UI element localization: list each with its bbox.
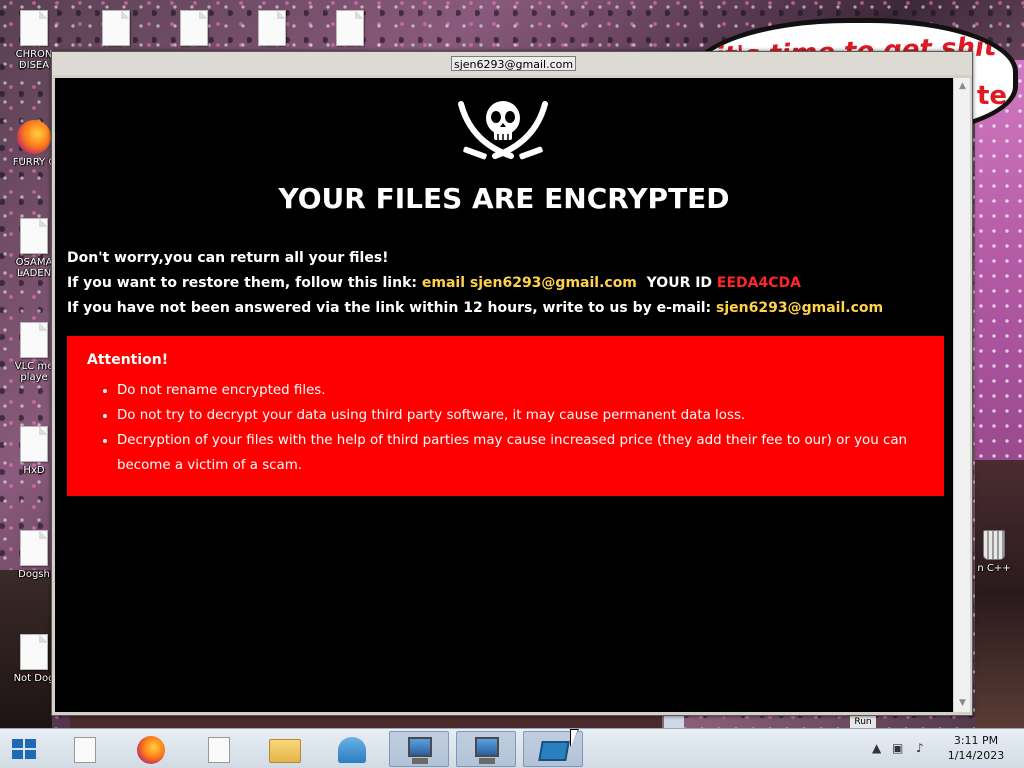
ransom-heading: YOUR FILES ARE ENCRYPTED [278, 182, 730, 215]
start-button[interactable] [8, 735, 40, 763]
skull-crossed-swords-icon [458, 101, 548, 160]
ransom-line-3: If you have not been answered via the li… [67, 300, 883, 316]
desktop-icon-file[interactable] [242, 10, 302, 46]
taskbar-item-computer-2[interactable] [456, 731, 516, 767]
victim-id: EEDA4CDA [716, 275, 801, 291]
windows-start-icon [12, 739, 36, 759]
firefox-icon [17, 120, 51, 154]
attention-item: Decryption of your files with the help o… [117, 428, 941, 478]
show-hidden-icons-icon[interactable]: ▲ [872, 741, 881, 755]
background-window-icon [664, 716, 684, 728]
line2-prefix: If you want to restore them, follow this… [67, 275, 422, 291]
taskbar-item-file[interactable] [54, 731, 114, 767]
desktop-icon-label: n C++ [977, 563, 1011, 574]
scroll-up-arrow-icon[interactable]: ▲ [954, 78, 971, 95]
speech-bubble-text-2: te [977, 81, 1008, 111]
clock-date: 1/14/2023 [947, 749, 1005, 762]
file-icon [208, 737, 230, 763]
backup-email: sjen6293@gmail.com [716, 300, 884, 316]
window-title: sjen6293@gmail.com [451, 56, 577, 71]
clock-time: 3:11 PM [953, 734, 999, 747]
file-icon [74, 737, 96, 763]
file-icon [20, 530, 48, 566]
computer-base [479, 758, 495, 764]
file-icon [20, 10, 48, 46]
desktop-icon-file[interactable] [86, 10, 146, 46]
window-icon [538, 741, 570, 761]
your-id-label: YOUR ID [636, 275, 717, 291]
desktop-icon-file[interactable] [320, 10, 380, 46]
taskbar-item-file-explorer[interactable] [255, 731, 315, 767]
run-dialog-fragment: Run [850, 716, 876, 728]
attention-item: Do not try to decrypt your data using th… [117, 403, 941, 428]
computer-icon [475, 737, 499, 757]
vertical-scrollbar[interactable]: ▲ ▼ [953, 78, 970, 712]
file-icon [20, 426, 48, 462]
wallpaper-dark-region [975, 460, 1024, 728]
line3-prefix: If you have not been answered via the li… [67, 300, 717, 316]
taskbar-item-network[interactable] [322, 731, 382, 767]
ransom-line-1: Don't worry,you can return all your file… [67, 250, 389, 266]
mouse-cursor-icon [571, 730, 578, 746]
file-icon [336, 10, 364, 46]
computer-icon [408, 737, 432, 757]
taskbar-clock[interactable]: 3:11 PM 1/14/2023 [932, 733, 1020, 763]
desktop-icon-recycle-bin[interactable]: n C++ [964, 530, 1024, 574]
network-tray-icon[interactable]: ▣ [892, 741, 903, 755]
contact-email: email sjen6293@gmail.com [421, 275, 637, 291]
ransom-note-content: YOUR FILES ARE ENCRYPTED Don't worry,you… [55, 78, 953, 712]
taskbar: ▲ ▣ ♪ 3:11 PM 1/14/2023 [0, 728, 1024, 768]
file-icon [180, 10, 208, 46]
taskbar-item-firefox[interactable] [121, 731, 181, 767]
file-icon [20, 634, 48, 670]
attention-box: Attention! Do not rename encrypted files… [67, 336, 944, 496]
file-icon [258, 10, 286, 46]
ransom-line-2: If you want to restore them, follow this… [67, 275, 801, 291]
firefox-icon [137, 736, 165, 764]
background-window-strip [70, 716, 662, 728]
computer-base [412, 758, 428, 764]
taskbar-item-computer[interactable] [389, 731, 449, 767]
file-icon [20, 218, 48, 254]
network-icon [338, 737, 366, 763]
volume-icon[interactable]: ♪ [916, 741, 924, 755]
file-icon [20, 322, 48, 358]
scroll-down-arrow-icon[interactable]: ▼ [954, 695, 971, 712]
window-titlebar[interactable]: sjen6293@gmail.com [52, 52, 972, 75]
desktop-icon-file[interactable] [164, 10, 224, 46]
taskbar-item-file[interactable] [188, 731, 248, 767]
file-explorer-icon [269, 739, 301, 763]
ransom-note-window[interactable]: sjen6293@gmail.com YOUR FILES ARE ENCRYP… [51, 51, 973, 716]
attention-title: Attention! [87, 352, 169, 368]
attention-list: Do not rename encrypted files. Do not tr… [101, 378, 941, 478]
attention-item: Do not rename encrypted files. [117, 378, 941, 403]
recycle-bin-icon [983, 530, 1005, 560]
file-icon [102, 10, 130, 46]
